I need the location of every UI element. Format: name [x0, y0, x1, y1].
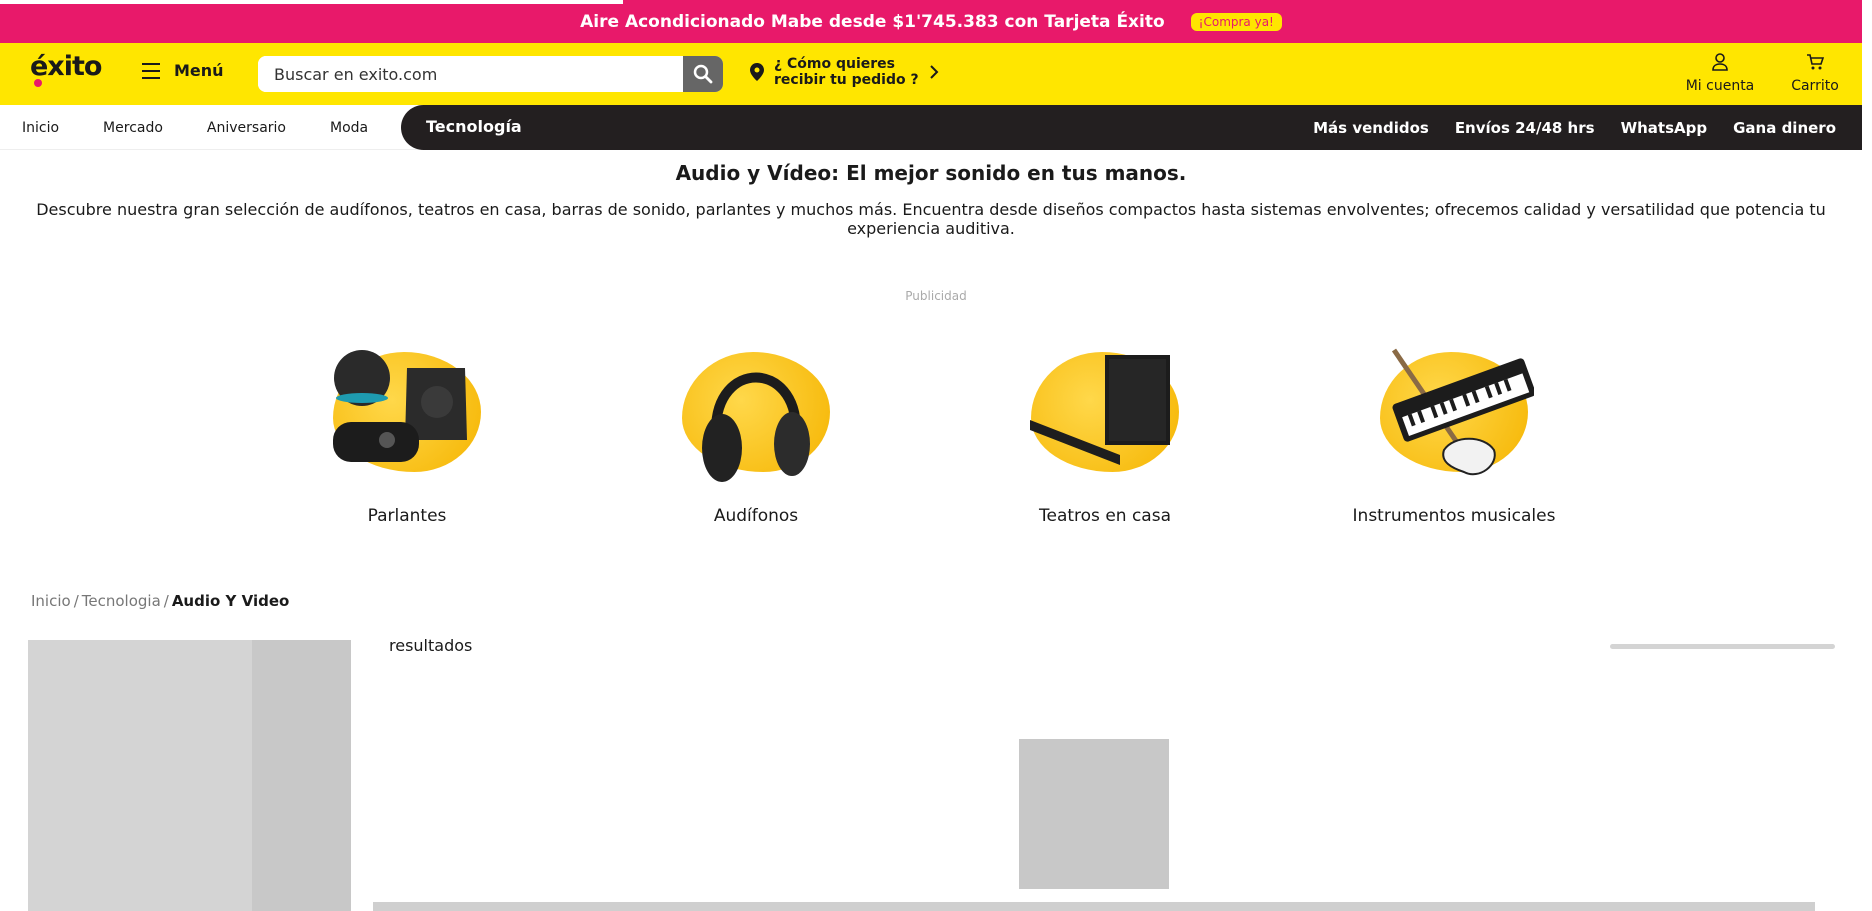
delivery-selector[interactable]: ¿ Cómo quieres recibir tu pedido ?: [750, 56, 939, 88]
site-header: éxito Menú ¿ Cómo quieres recibir tu ped…: [0, 43, 1862, 105]
product-grid-skeleton: [373, 902, 1815, 911]
promo-banner[interactable]: Aire Acondicionado Mabe desde $1'745.383…: [0, 0, 1862, 43]
ad-label: Publicidad: [905, 289, 967, 303]
breadcrumb-separator: /: [163, 592, 169, 610]
delivery-text: ¿ Cómo quieres recibir tu pedido ?: [774, 56, 919, 88]
nav-item-aniversario[interactable]: Aniversario: [185, 120, 308, 136]
home-theater-image: [1025, 340, 1185, 490]
search-bar: [258, 56, 723, 92]
account-label: Mi cuenta: [1685, 78, 1755, 94]
sort-skeleton: [1610, 644, 1835, 649]
cart-button[interactable]: Carrito: [1785, 53, 1845, 94]
category-label: Instrumentos musicales: [1352, 506, 1556, 526]
nav-left: Inicio Mercado Aniversario Moda: [0, 105, 390, 150]
search-input[interactable]: [258, 56, 683, 92]
scrollbar[interactable]: [1862, 0, 1872, 911]
nav-right: Más vendidos Envíos 24/48 hrs WhatsApp G…: [1313, 105, 1836, 150]
location-pin-icon: [750, 63, 764, 81]
nav-item-inicio[interactable]: Inicio: [0, 120, 81, 136]
delivery-line2: recibir tu pedido ?: [774, 72, 919, 88]
promo-text: Aire Acondicionado Mabe desde $1'745.383…: [580, 11, 1165, 32]
logo-dot-icon: [34, 79, 42, 87]
menu-button[interactable]: Menú: [142, 61, 224, 80]
results-label: resultados: [389, 636, 473, 655]
page-title: Audio y Vídeo: El mejor sonido en tus ma…: [675, 161, 1187, 185]
breadcrumb-inicio[interactable]: Inicio: [31, 592, 71, 610]
nav-link-envios[interactable]: Envíos 24/48 hrs: [1455, 119, 1595, 137]
speakers-image: [327, 340, 487, 490]
search-button[interactable]: [683, 56, 723, 92]
exito-logo[interactable]: éxito: [30, 51, 102, 82]
user-icon: [1712, 53, 1728, 71]
promo-cta-button[interactable]: ¡Compra ya!: [1190, 12, 1282, 31]
nav-link-gana-dinero[interactable]: Gana dinero: [1733, 119, 1836, 137]
nav-item-moda[interactable]: Moda: [308, 120, 390, 136]
chevron-right-icon: [929, 65, 939, 79]
category-card-instrumentos[interactable]: Instrumentos musicales: [1324, 340, 1584, 526]
page-description: Descubre nuestra gran selección de audíf…: [36, 200, 1826, 238]
category-label: Parlantes: [367, 506, 447, 526]
cart-label: Carrito: [1791, 78, 1839, 94]
breadcrumb-tecnologia[interactable]: Tecnologia: [82, 592, 161, 610]
breadcrumb-current: Audio Y Video: [171, 592, 290, 610]
nav-link-mas-vendidos[interactable]: Más vendidos: [1313, 119, 1429, 137]
promo-progress-bar: [0, 0, 623, 4]
category-nav: Inicio Mercado Aniversario Moda Tecnolog…: [0, 105, 1862, 150]
category-card-parlantes[interactable]: Parlantes: [277, 340, 537, 526]
category-card-teatros[interactable]: Teatros en casa: [975, 340, 1235, 526]
headphones-image: [676, 340, 836, 490]
musical-instruments-image: [1374, 340, 1534, 490]
breadcrumb-separator: /: [73, 592, 79, 610]
hamburger-icon: [142, 62, 160, 79]
filters-skeleton-secondary: [252, 640, 351, 911]
nav-link-whatsapp[interactable]: WhatsApp: [1621, 119, 1708, 137]
category-label: Audífonos: [713, 506, 799, 526]
nav-item-mercado[interactable]: Mercado: [81, 120, 185, 136]
breadcrumb: Inicio / Tecnologia / Audio Y Video: [31, 592, 289, 610]
product-skeleton: [1019, 739, 1169, 889]
nav-item-tecnologia[interactable]: Tecnología: [426, 117, 522, 136]
category-card-audifonos[interactable]: Audífonos: [626, 340, 886, 526]
filters-skeleton: [28, 640, 252, 911]
delivery-line1: ¿ Cómo quieres: [774, 56, 895, 72]
category-label: Teatros en casa: [1039, 506, 1171, 526]
cart-icon: [1807, 54, 1825, 70]
search-icon: [693, 64, 713, 84]
account-button[interactable]: Mi cuenta: [1680, 53, 1760, 94]
menu-label: Menú: [174, 61, 224, 80]
